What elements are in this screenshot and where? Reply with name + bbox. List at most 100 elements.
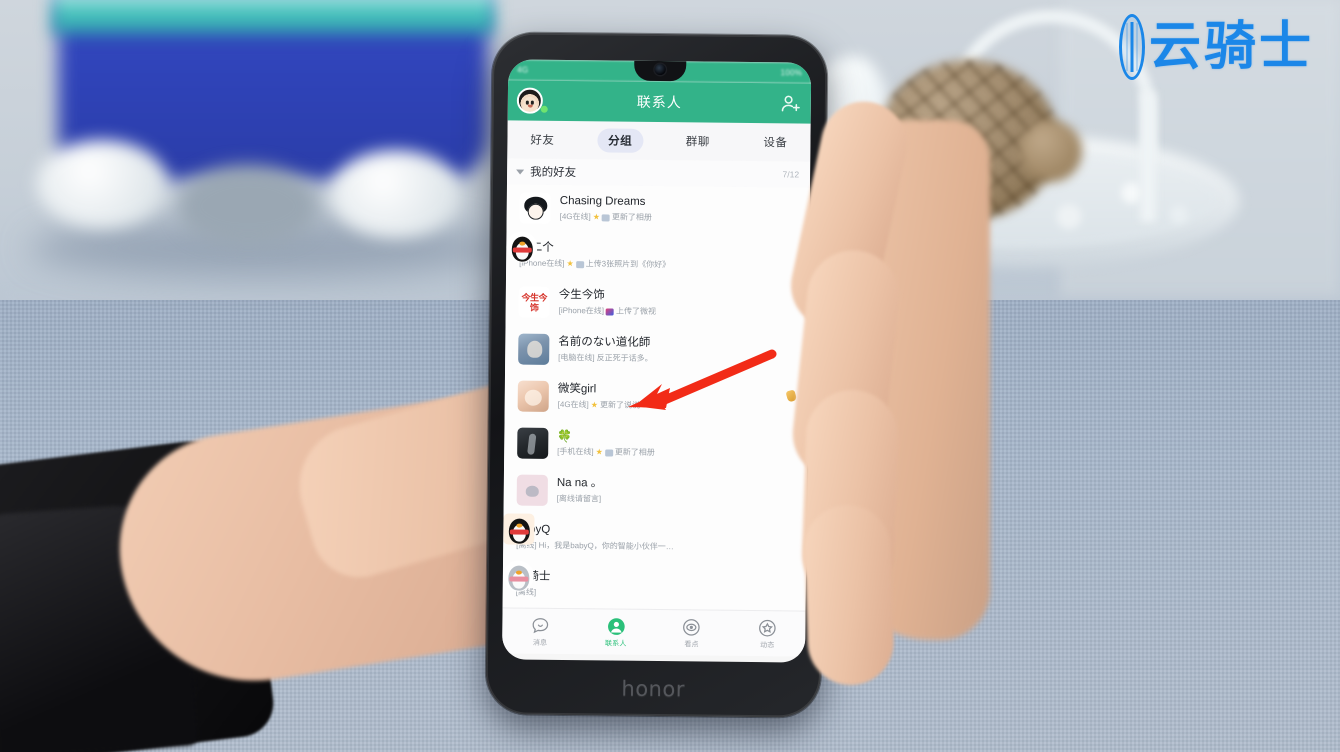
penguin-scarf: [508, 576, 528, 582]
nav-label-watch: 看点: [684, 640, 699, 648]
status-bar-signal-text: 4G: [517, 65, 529, 75]
doraemon-plush-foot-right: [330, 150, 462, 238]
contact-name: 云骑士: [516, 570, 796, 588]
contact-text: 云骑士 [离线]: [516, 570, 796, 602]
nav-tab-contacts[interactable]: 联系人: [588, 616, 644, 649]
contact-avatar: [519, 192, 551, 224]
contact-avatar: [517, 427, 549, 459]
nav-tab-messages[interactable]: 消息: [512, 615, 568, 648]
nav-tab-watch[interactable]: 看点: [664, 617, 720, 650]
image-badge-icon: [601, 214, 610, 222]
doraemon-plush-collar: [52, 0, 494, 34]
doraemon-plush-tummy: [178, 165, 318, 245]
star-dynamic-icon: [759, 619, 776, 636]
penguin-scarf: [512, 247, 532, 253]
eye-watch-icon: [683, 618, 701, 636]
contact-status: [iPhone在线] 上传了微视: [559, 304, 799, 320]
list-item[interactable]: Na na 。 [离线请留言]: [504, 466, 807, 516]
contact-online-state: [手机在线]: [557, 446, 594, 457]
contact-online-state: [4G在线]: [557, 399, 589, 410]
contact-text: 今生今饰 [iPhone在线] 上传了微视: [559, 288, 799, 320]
penguin-beak: [515, 570, 522, 575]
chat-bubble-icon: [532, 617, 549, 633]
bottom-navigation-bar: 消息 联系人 看点 动态: [502, 607, 806, 657]
header-avatar[interactable]: [516, 87, 548, 114]
page-title: 联系人: [636, 93, 682, 111]
tab-devices[interactable]: 设备: [752, 130, 798, 154]
logo-text: 云骑士: [1148, 17, 1314, 77]
contact-avatar: [502, 560, 535, 592]
star-icon: ★: [566, 259, 574, 269]
contact-name: 第二个: [519, 241, 799, 259]
contacts-tab-bar: 好友 分组 群聊 设备: [507, 120, 811, 162]
image-badge-icon: [575, 261, 584, 269]
list-item[interactable]: 第二个 [iPhone在线] ★ 上传3张照片到《你好》: [506, 231, 809, 281]
contact-text: babyQ [离线] Hi，我是babyQ，你的智能小伙伴一…: [516, 523, 796, 555]
avatar-eye-left: [526, 101, 529, 105]
contact-status: [离线] Hi，我是babyQ，你的智能小伙伴一…: [516, 539, 796, 555]
contact-status: [4G在线] ★ 更新了相册: [560, 210, 800, 226]
nav-label-dynamic: 动态: [760, 641, 775, 649]
nav-tab-dynamic[interactable]: 动态: [739, 617, 795, 650]
phone-chin: honor: [485, 659, 821, 718]
contact-avatar: [516, 474, 548, 506]
star-icon: ★: [592, 212, 600, 222]
online-status-dot: [540, 105, 548, 113]
video-badge-icon: [605, 308, 615, 316]
group-header-my-friends[interactable]: 我的好友 7/12: [506, 158, 811, 188]
hand-finger-pinky: [802, 503, 896, 687]
contact-text: 第二个 [iPhone在线] ★ 上传3张照片到《你好》: [519, 241, 799, 273]
add-friend-icon[interactable]: [780, 92, 802, 114]
avatar-text: 今生今饰: [521, 292, 548, 313]
contact-online-state: [4G在线]: [559, 211, 591, 222]
chevron-down-icon: [516, 169, 525, 175]
image-badge-icon: [604, 449, 613, 457]
contact-avatar: [506, 231, 538, 263]
nav-label-messages: 消息: [532, 639, 548, 647]
group-header-left: 我的好友: [516, 164, 576, 181]
watermark-logo: 云骑士: [1118, 14, 1314, 80]
status-bar-battery-text: 100%: [780, 68, 803, 78]
annotation-arrow-icon: [628, 349, 777, 410]
status-bar-right: 100%: [780, 68, 802, 77]
penguin-beak: [518, 241, 525, 246]
contact-name: 今生今饰: [558, 288, 605, 302]
contact-status: [手机在线] ★ 更新了相册: [557, 445, 797, 461]
tab-friends[interactable]: 好友: [519, 128, 565, 152]
app-header-bar: 联系人: [507, 80, 812, 124]
contact-name: Na na 。: [556, 476, 603, 490]
contact-online-state: [iPhone在线]: [558, 305, 605, 316]
avatar-eye-right: [531, 101, 534, 105]
contact-activity: 上传3张照片到《你好》: [585, 259, 671, 270]
nav-label-contacts: 联系人: [604, 639, 627, 648]
contact-avatar: [503, 513, 535, 545]
contact-activity: 上传了微视: [615, 306, 657, 316]
contact-online-state: [离线请留言]: [556, 493, 602, 504]
contact-activity: Hi，我是babyQ，你的智能小伙伴一…: [538, 540, 674, 552]
tab-group-chats[interactable]: 群聊: [675, 129, 721, 153]
contact-status: [iPhone在线] ★ 上传3张照片到《你好》: [519, 257, 799, 273]
device-brand-label: honor: [621, 676, 686, 701]
contact-name: babyQ: [516, 523, 796, 541]
star-icon: ★: [595, 447, 603, 457]
avatar-image: [516, 87, 544, 114]
penguin-beak: [515, 523, 522, 528]
list-item[interactable]: 云骑士 [离线]: [502, 560, 806, 610]
contact-avatar: 今生今饰: [518, 286, 550, 318]
contact-activity: 更新了相册: [611, 212, 652, 222]
list-item[interactable]: 今生今饰 今生今饰 [iPhone在线] 上传了微视: [506, 278, 809, 328]
contact-status: [离线]: [516, 586, 796, 602]
list-item[interactable]: babyQ [离线] Hi，我是babyQ，你的智能小伙伴一…: [503, 513, 806, 563]
contact-status: [离线请留言]: [557, 492, 797, 508]
list-item[interactable]: Chasing Dreams [4G在线] ★ 更新了相册: [506, 184, 809, 234]
contact-text: Chasing Dreams [4G在线] ★ 更新了相册: [560, 194, 800, 226]
contact-name: Chasing Dreams: [559, 194, 646, 208]
contacts-person-icon: [607, 617, 625, 635]
contact-online-state: [电脑在线]: [558, 352, 595, 363]
waterdrop-notch-camera-icon: [633, 60, 686, 82]
contact-avatar: [517, 380, 549, 412]
rattan-ball-small: [1020, 120, 1082, 182]
group-online-count: 7/12: [782, 169, 800, 180]
penguin-scarf: [509, 529, 529, 535]
tab-groups[interactable]: 分组: [596, 128, 644, 153]
